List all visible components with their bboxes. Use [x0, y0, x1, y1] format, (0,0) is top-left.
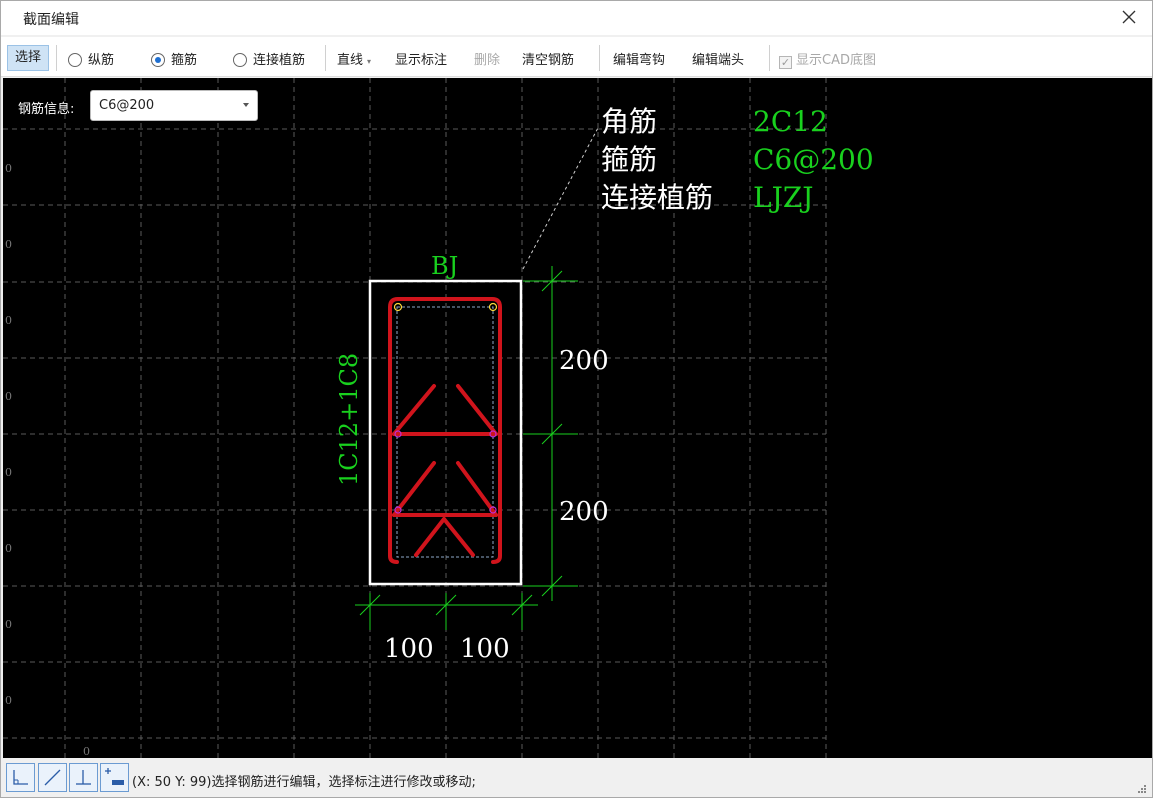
clear-rebar-button[interactable]: 清空钢筋 [522, 49, 574, 68]
dimension-bottom-label[interactable]: 100 [384, 634, 434, 664]
axis-tick-label: 0 [5, 466, 12, 479]
tie-hook[interactable] [392, 384, 436, 436]
dimension-bottom[interactable] [355, 593, 538, 630]
ortho-mode-icon[interactable] [6, 763, 35, 792]
dropdown-arrow-icon: ▾ [367, 57, 372, 66]
radio-connect[interactable]: 连接植筋 [233, 49, 305, 68]
axis-tick-label: 0 [5, 390, 12, 403]
section-edit-window: 截面编辑 选择 纵筋 箍筋 连接植筋 直线 ▾ 显示标注 删除 清空钢筋 编辑弯钩… [0, 0, 1153, 798]
angle-mode-icon[interactable] [38, 763, 67, 792]
legend-value: 2C12 [753, 105, 828, 138]
radio-longitudinal[interactable]: 纵筋 [68, 49, 114, 68]
rebar-info-select[interactable]: C6@200 [90, 90, 258, 121]
axis-tick-label: 0 [83, 745, 90, 758]
radio-icon [68, 53, 82, 67]
line-mode-dropdown[interactable]: 直线 ▾ [337, 49, 371, 68]
axis-tick-label: 0 [5, 618, 12, 631]
dimension-bottom-label[interactable]: 100 [460, 634, 510, 664]
section-label: BJ [431, 252, 458, 280]
status-bar: (X: 50 Y: 99)选择钢筋进行编辑，选择标注进行修改或移动; [1, 760, 1152, 797]
rebar-info-label: 钢筋信息: [18, 102, 75, 117]
tie-hook[interactable] [442, 517, 475, 557]
radio-stirrup-label: 箍筋 [171, 53, 198, 68]
snap-point-icon[interactable] [100, 763, 129, 792]
legend-value: C6@200 [753, 143, 874, 176]
close-icon[interactable] [1118, 6, 1140, 28]
stirrup-group[interactable] [388, 297, 502, 564]
axis-tick-label: 0 [5, 314, 12, 327]
section-drawing[interactable]: 0 0 0 0 0 0 0 0 0 角筋 2C12 箍筋 C6@200 连接植筋… [3, 78, 1152, 758]
axis-ticks: 0 0 0 0 0 0 0 0 0 [5, 162, 90, 758]
rebar-info-value: C6@200 [99, 98, 155, 113]
dimension-right-label[interactable]: 200 [559, 497, 609, 527]
line-mode-label: 直线 [337, 53, 364, 68]
toolbar-separator [769, 45, 770, 71]
resize-grip-icon[interactable] [1136, 783, 1146, 793]
toolbar: 选择 纵筋 箍筋 连接植筋 直线 ▾ 显示标注 删除 清空钢筋 编辑弯钩 编辑端头… [1, 37, 1152, 77]
axis-tick-label: 0 [5, 694, 12, 707]
checkbox-checked-icon: ✓ [779, 56, 792, 69]
radio-selected-icon [151, 53, 165, 67]
drawing-canvas[interactable]: 0 0 0 0 0 0 0 0 0 角筋 2C12 箍筋 C6@200 连接植筋… [3, 78, 1152, 758]
axis-tick-label: 0 [5, 238, 12, 251]
side-label: 1C12+1C8 [335, 353, 363, 486]
show-cad-checkbox[interactable]: ✓ 显示CAD底图 [779, 49, 876, 69]
window-title: 截面编辑 [23, 12, 79, 28]
chevron-down-icon [243, 103, 249, 107]
legend-name: 连接植筋 [601, 181, 713, 214]
leader-line [522, 125, 600, 270]
radio-stirrup[interactable]: 箍筋 [151, 49, 197, 68]
legend-table: 角筋 2C12 箍筋 C6@200 连接植筋 LJZJ [601, 105, 874, 214]
tie-hook[interactable] [414, 517, 446, 557]
legend-value: LJZJ [753, 181, 814, 214]
perpendicular-mode-icon[interactable] [69, 763, 98, 792]
select-button[interactable]: 选择 [7, 45, 49, 71]
edit-end-button[interactable]: 编辑端头 [692, 49, 744, 68]
radio-longitudinal-label: 纵筋 [88, 53, 115, 68]
title-bar: 截面编辑 [1, 1, 1152, 35]
axis-tick-label: 0 [5, 162, 12, 175]
show-cad-label: 显示CAD底图 [796, 53, 876, 68]
radio-connect-label: 连接植筋 [253, 53, 306, 68]
tie-hook[interactable] [456, 384, 498, 436]
radio-icon [233, 53, 247, 67]
legend-name: 箍筋 [601, 143, 657, 176]
tie-hook[interactable] [456, 461, 498, 517]
axis-tick-label: 0 [5, 542, 12, 555]
toolbar-separator [56, 45, 57, 71]
show-annotation-button[interactable]: 显示标注 [395, 49, 447, 68]
dimension-right[interactable] [523, 266, 578, 601]
dimension-right-label[interactable]: 200 [559, 346, 609, 376]
legend-name: 角筋 [601, 105, 657, 138]
delete-button[interactable]: 删除 [474, 49, 500, 68]
toolbar-separator [599, 45, 600, 71]
status-text: (X: 50 Y: 99)选择钢筋进行编辑，选择标注进行修改或移动; [132, 775, 476, 790]
toolbar-separator [325, 45, 326, 71]
edit-hook-button[interactable]: 编辑弯钩 [613, 49, 665, 68]
